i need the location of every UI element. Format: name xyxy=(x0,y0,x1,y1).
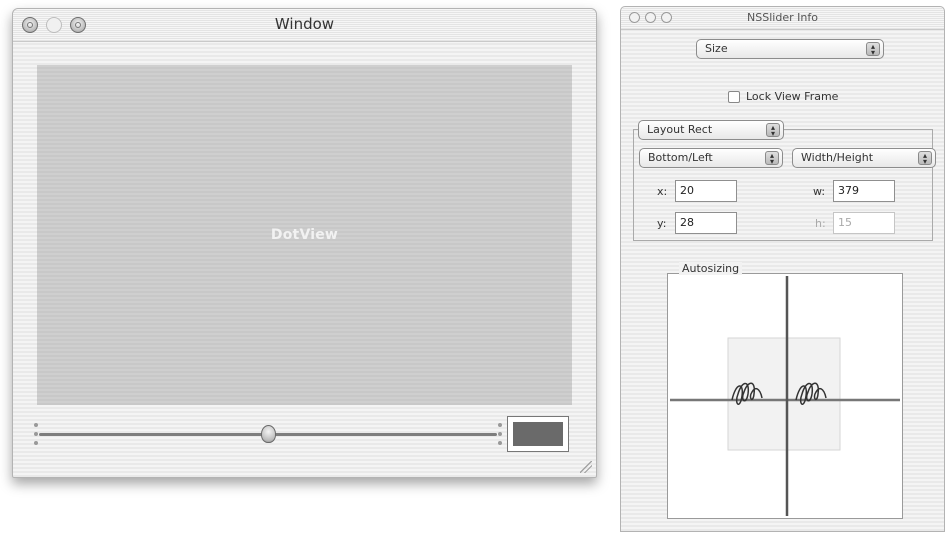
dot-view-label: DotView xyxy=(270,227,339,243)
size-selector-popup[interactable]: Width/Height ▴ ▾ xyxy=(792,148,936,168)
lock-view-frame-checkbox[interactable] xyxy=(728,91,740,103)
inner-view-rect xyxy=(727,337,841,451)
panel-title-bar[interactable]: NSSlider Info xyxy=(621,7,944,30)
h-label: h: xyxy=(815,217,826,230)
slider[interactable] xyxy=(33,419,503,449)
x-label: x: xyxy=(657,185,668,198)
slider-tick xyxy=(498,423,502,427)
dot-view[interactable]: DotView xyxy=(37,65,572,405)
color-swatch xyxy=(513,422,563,446)
info-panel: NSSlider Info Size ▴ ▾ Lock View Frame La… xyxy=(620,6,945,532)
h-field: 15 xyxy=(833,212,895,234)
slider-tick xyxy=(34,441,38,445)
pane-selector-value: Size xyxy=(705,42,728,55)
pane-selector-popup[interactable]: Size ▴ ▾ xyxy=(696,39,884,59)
origin-selector-value: Bottom/Left xyxy=(648,151,713,164)
autosizing-box xyxy=(667,273,903,519)
lock-view-frame-label: Lock View Frame xyxy=(746,90,839,103)
w-field[interactable]: 379 xyxy=(833,180,895,202)
autosizing-diagram xyxy=(670,276,900,516)
slider-tick xyxy=(34,423,38,427)
main-window: Window DotView xyxy=(12,8,597,478)
y-label: y: xyxy=(657,217,667,230)
slider-knob[interactable] xyxy=(260,425,276,443)
title-bar[interactable]: Window xyxy=(13,9,596,42)
autosizing-label: Autosizing xyxy=(679,262,743,275)
window-title: Window xyxy=(274,15,335,33)
slider-tick xyxy=(34,432,38,436)
y-field[interactable]: 28 xyxy=(675,212,737,234)
panel-title: NSSlider Info xyxy=(747,11,818,24)
size-selector-value: Width/Height xyxy=(801,151,874,164)
popup-arrows-icon: ▴ ▾ xyxy=(918,151,932,166)
layout-selector-value: Layout Rect xyxy=(647,123,713,136)
origin-selector-popup[interactable]: Bottom/Left ▴ ▾ xyxy=(639,148,783,168)
x-field[interactable]: 20 xyxy=(675,180,737,202)
popup-arrows-icon: ▴ ▾ xyxy=(866,42,880,57)
slider-tick xyxy=(498,432,502,436)
popup-arrows-icon: ▴ ▾ xyxy=(766,123,780,138)
resize-handle[interactable] xyxy=(580,461,592,473)
color-well[interactable] xyxy=(507,416,569,452)
layout-selector-popup[interactable]: Layout Rect ▴ ▾ xyxy=(638,120,784,140)
slider-tick xyxy=(498,441,502,445)
popup-arrows-icon: ▴ ▾ xyxy=(765,151,779,166)
w-label: w: xyxy=(813,185,826,198)
